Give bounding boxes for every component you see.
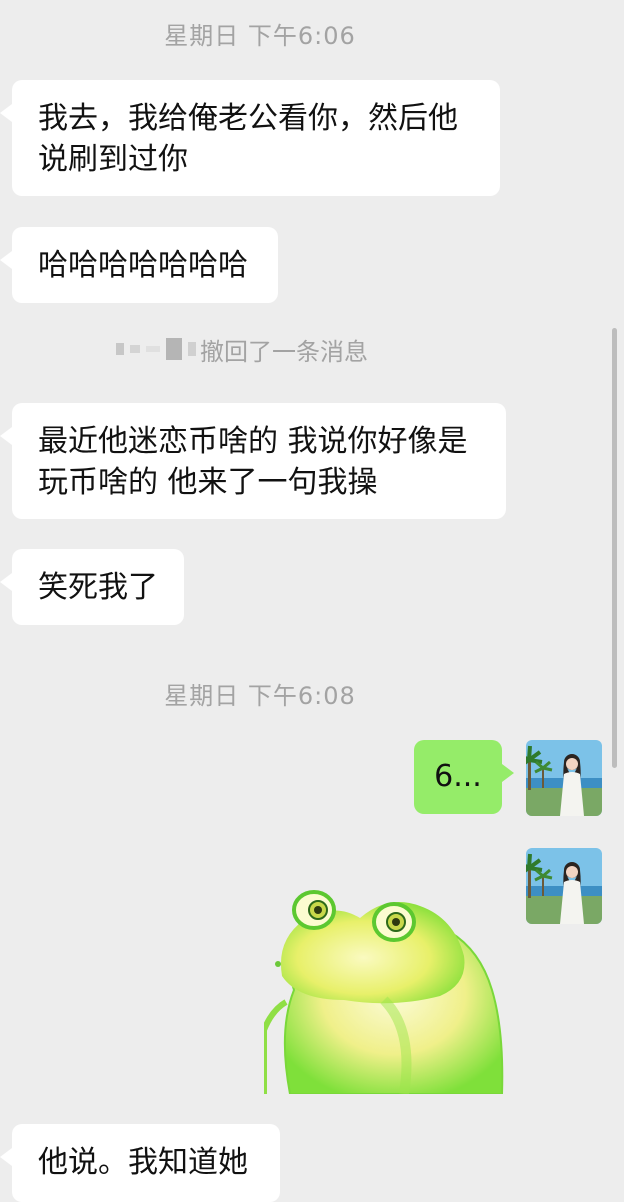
message-text: 他说。我知道她 [38, 1145, 248, 1180]
avatar-photo-icon[interactable] [526, 848, 602, 924]
message-bubble-incoming[interactable]: 最近他迷恋币啥的 我说你好像是玩币啥的 他来了一句我操 [0, 403, 506, 519]
message-text: 6... [434, 759, 482, 794]
message-bubble-outgoing[interactable]: 6... [414, 740, 514, 814]
frog-sticker-icon[interactable] [261, 880, 504, 1095]
message-bubble-incoming[interactable]: 哈哈哈哈哈哈哈 [0, 227, 278, 303]
recall-notice: 撤回了一条消息 [116, 334, 368, 366]
scrollbar[interactable] [612, 328, 617, 768]
timestamp: 星期日 下午6:06 [164, 22, 356, 50]
message-text: 笑死我了 [38, 570, 158, 605]
redacted-name-mosaic [116, 338, 196, 360]
message-text: 最近他迷恋币啥的 我说你好像是玩币啥的 他来了一句我操 [38, 424, 468, 500]
message-text: 哈哈哈哈哈哈哈 [38, 248, 248, 283]
message-bubble-incoming[interactable]: 他说。我知道她 [0, 1124, 280, 1202]
message-bubble-incoming[interactable]: 我去，我给俺老公看你，然后他说刷到过你 [0, 80, 500, 196]
message-bubble-incoming[interactable]: 笑死我了 [0, 549, 184, 625]
avatar-photo-icon[interactable] [526, 740, 602, 816]
recall-text: 撤回了一条消息 [200, 337, 368, 366]
message-text: 我去，我给俺老公看你，然后他说刷到过你 [38, 101, 458, 177]
timestamp: 星期日 下午6:08 [164, 682, 356, 710]
